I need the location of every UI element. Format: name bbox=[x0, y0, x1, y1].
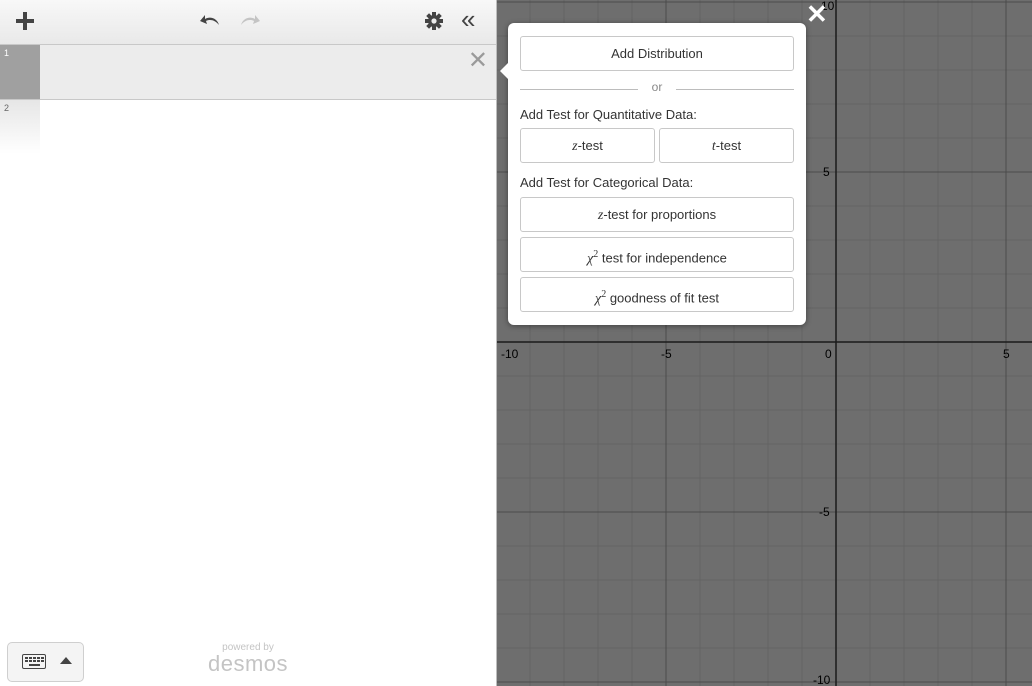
expression-index: 2 bbox=[4, 103, 10, 113]
expression-gutter: 2 bbox=[0, 100, 40, 154]
categorical-section-title: Add Test for Categorical Data: bbox=[520, 175, 694, 190]
y-tick-label: -10 bbox=[813, 673, 831, 686]
keyboard-icon bbox=[22, 654, 46, 669]
powered-by-logo: powered by desmos bbox=[208, 643, 288, 675]
z-test-label: -test bbox=[577, 138, 603, 153]
redo-icon[interactable] bbox=[236, 10, 262, 30]
keyboard-toggle-button[interactable] bbox=[7, 642, 84, 682]
expression-row[interactable]: 2 bbox=[0, 100, 496, 154]
or-label: or bbox=[651, 80, 663, 94]
expression-index: 1 bbox=[4, 48, 10, 58]
undo-icon[interactable] bbox=[198, 10, 224, 30]
independence-label: test for independence bbox=[598, 250, 727, 266]
t-test-label: -test bbox=[715, 138, 742, 153]
caret-up-icon bbox=[60, 657, 72, 664]
chi-square-independence-button[interactable]: χ2 test for independence bbox=[520, 237, 794, 272]
plus-icon[interactable] bbox=[13, 9, 37, 33]
or-divider: or bbox=[520, 80, 794, 96]
expression-row[interactable]: 1 ✕ bbox=[0, 45, 496, 100]
z-test-proportions-button[interactable]: z-test for proportions bbox=[520, 197, 794, 232]
z-proportions-label: -test for proportions bbox=[603, 207, 717, 222]
add-statistics-popover: Add Distribution or Add Test for Quantit… bbox=[500, 23, 806, 325]
expression-list: 1 ✕ 2 bbox=[0, 45, 496, 154]
x-tick-label: -5 bbox=[661, 347, 672, 361]
collapse-panel-icon[interactable]: « bbox=[461, 4, 475, 35]
goodness-of-fit-label: goodness of fit test bbox=[606, 290, 719, 306]
expression-panel: « 1 ✕ 2 powered by desmos bbox=[0, 0, 497, 686]
y-tick-label: -5 bbox=[819, 505, 830, 519]
x-tick-label: 5 bbox=[1003, 347, 1010, 361]
add-distribution-button[interactable]: Add Distribution bbox=[520, 36, 794, 71]
close-popover-icon[interactable]: ✕ bbox=[806, 0, 828, 28]
expression-gutter: 1 bbox=[0, 45, 40, 99]
t-test-button[interactable]: t-test bbox=[659, 128, 794, 163]
close-icon[interactable]: ✕ bbox=[468, 49, 488, 73]
expression-toolbar: « bbox=[0, 0, 496, 45]
chi-square-goodness-of-fit-button[interactable]: χ2 goodness of fit test bbox=[520, 277, 794, 312]
gear-icon[interactable] bbox=[423, 10, 445, 32]
x-tick-label: -10 bbox=[501, 347, 519, 361]
quantitative-section-title: Add Test for Quantitative Data: bbox=[520, 107, 697, 122]
brand-name: desmos bbox=[208, 651, 289, 676]
popover-arrow bbox=[500, 63, 508, 79]
y-tick-label: 5 bbox=[823, 165, 830, 179]
x-tick-label: 0 bbox=[825, 347, 832, 361]
z-test-button[interactable]: z-test bbox=[520, 128, 655, 163]
